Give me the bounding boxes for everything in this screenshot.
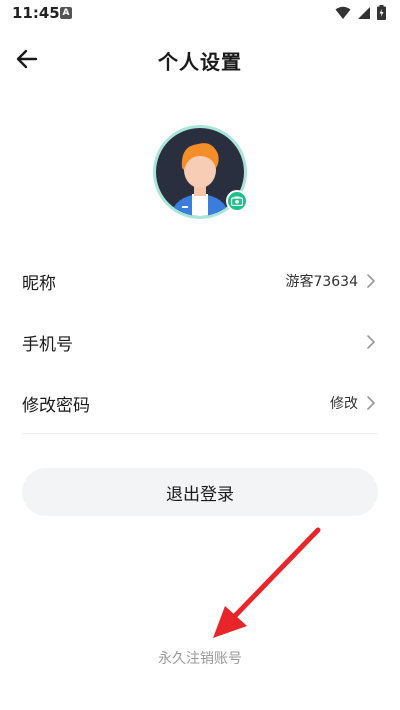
nickname-value: 游客73634 (285, 274, 358, 290)
wifi-icon (335, 6, 351, 19)
nickname-row[interactable]: 昵称 游客73634 (0, 251, 400, 311)
chevron-right-icon (367, 396, 375, 410)
cell-signal-icon (358, 6, 370, 19)
chevron-right-icon (367, 335, 375, 349)
change-password-row[interactable]: 修改密码 修改 (0, 373, 400, 433)
change-password-label: 修改密码 (22, 396, 90, 416)
divider (22, 433, 378, 434)
app-notification-icon: A (60, 7, 72, 19)
avatar[interactable] (152, 124, 248, 220)
chevron-right-icon (367, 274, 375, 288)
red-arrow-annotation (213, 527, 321, 638)
nickname-label: 昵称 (22, 274, 56, 294)
change-password-value: 修改 (330, 396, 358, 412)
phone-row[interactable]: 手机号 (0, 312, 400, 372)
deactivate-account-link[interactable]: 永久注销账号 (0, 648, 400, 668)
page-header: 个人设置 (0, 36, 400, 84)
logout-button[interactable]: 退出登录 (22, 468, 378, 516)
battery-icon (377, 5, 386, 20)
page-title: 个人设置 (158, 50, 242, 74)
status-icons (335, 5, 386, 20)
camera-icon[interactable] (226, 190, 248, 212)
phone-label: 手机号 (22, 335, 73, 355)
status-bar: 11:45 A (0, 0, 400, 28)
status-time: 11:45 (12, 4, 60, 22)
